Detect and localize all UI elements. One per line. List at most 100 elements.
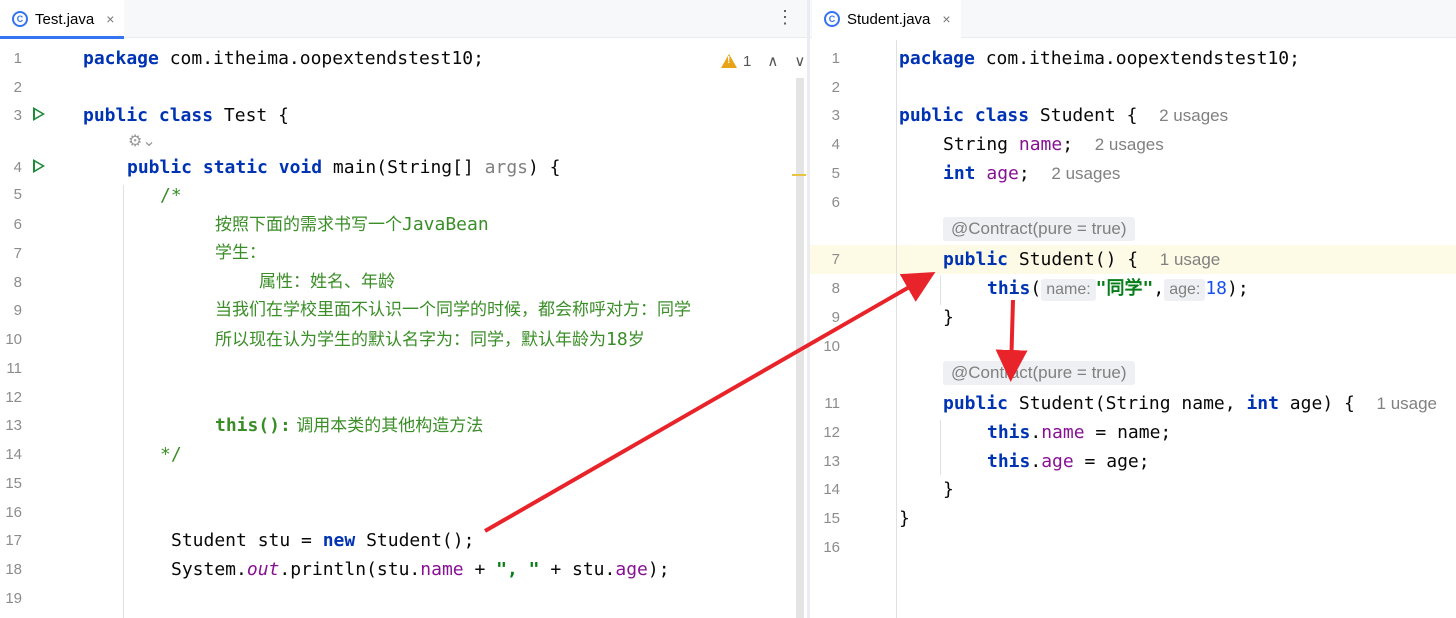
code-text: + stu.: [539, 559, 616, 580]
code-line[interactable]: String name; 2 usages: [810, 130, 1456, 159]
tab-student-java[interactable]: C Student.java ×: [812, 0, 961, 38]
code-line[interactable]: 所以现在认为学生的默认名字为：同学，默认年龄为18岁: [0, 325, 808, 354]
code-line[interactable]: package com.itheima.oopextendstest10;: [0, 44, 808, 73]
parameter-hint: age:: [1164, 279, 1206, 301]
code-line[interactable]: package com.itheima.oopextendstest10;: [810, 44, 1456, 73]
keyword: this: [987, 451, 1031, 472]
close-icon[interactable]: ×: [106, 11, 114, 27]
code-text: .: [1030, 451, 1042, 472]
keyword: int: [943, 163, 976, 184]
comment-text: 18: [606, 329, 628, 350]
number-literal: 18: [1205, 278, 1228, 299]
keyword: void: [267, 157, 323, 178]
code-line[interactable]: }: [810, 303, 1456, 332]
parameter: args: [484, 157, 528, 178]
code-line[interactable]: /*: [0, 181, 808, 210]
more-options-icon[interactable]: ⋮: [776, 7, 794, 28]
string-literal: "同学": [1095, 278, 1154, 299]
comment-close: */: [160, 444, 182, 465]
package-name: com.itheima.oopextendstest10;: [158, 48, 484, 69]
usages-hint[interactable]: 2 usages: [1095, 135, 1164, 154]
constructor-signature: Student(String name,: [1008, 393, 1247, 414]
method-signature: main(String[]: [322, 157, 485, 178]
usages-hint[interactable]: 1 usage: [1377, 394, 1438, 413]
code-line[interactable]: 学生：: [0, 239, 808, 268]
code-line[interactable]: this.age = age;: [810, 447, 1456, 476]
field: name: [1041, 422, 1085, 443]
keyword: class: [964, 105, 1030, 126]
class-name: Student {: [1029, 105, 1138, 126]
keyword: public: [899, 105, 965, 126]
code-line[interactable]: 按照下面的需求书写一个JavaBean: [0, 210, 808, 239]
code-text: );: [647, 559, 670, 580]
code-line[interactable]: System.out.println(stu.name + ", " + stu…: [0, 555, 808, 584]
code-text: ;: [1062, 134, 1074, 155]
code-line[interactable]: 当我们在学校里面不认识一个同学的时候，都会称呼对方：同学: [0, 296, 808, 325]
tab-title: Test.java: [35, 10, 95, 28]
comment-text: this():: [215, 415, 291, 436]
field: name: [420, 559, 464, 580]
usages-hint[interactable]: 2 usages: [1159, 106, 1228, 125]
class-icon: C: [12, 11, 28, 27]
class-icon: C: [824, 11, 840, 27]
code-text: ) {: [528, 157, 561, 178]
code-line[interactable]: public static void main(String[] args) {: [0, 153, 808, 182]
code-line[interactable]: this(name: "同学", age: 18);: [810, 274, 1456, 303]
code-line[interactable]: this(): 调用本类的其他构造方法: [0, 411, 808, 440]
ai-assistant-icon[interactable]: ⚙⌄: [128, 131, 156, 150]
code-line[interactable]: public Student(String name, int age) { 1…: [810, 389, 1456, 418]
code-text: .: [1030, 422, 1042, 443]
code-text: }: [943, 479, 954, 500]
left-tab-bar: C Test.java × ⋮: [0, 0, 808, 39]
field: age: [1041, 451, 1074, 472]
tab-title: Student.java: [847, 10, 931, 28]
class-name: Test {: [213, 105, 289, 126]
keyword: static: [192, 157, 268, 178]
usages-hint[interactable]: 1 usage: [1160, 250, 1221, 269]
code-line[interactable]: public class Student { 2 usages: [810, 101, 1456, 130]
tab-test-java[interactable]: C Test.java ×: [0, 0, 125, 39]
comment-text: 当我们在学校里面不认识一个同学的时候，都会称呼对方：同学: [215, 300, 691, 320]
contract-annotation-hint[interactable]: @Contract(pure = true): [943, 217, 1135, 241]
code-text: Student();: [355, 530, 475, 551]
comment-text: JavaBean: [402, 214, 489, 235]
close-icon[interactable]: ×: [942, 11, 950, 27]
active-tab-underline: [0, 36, 125, 39]
comment-text: 所以现在认为学生的默认名字为：同学，默认年龄为: [215, 330, 606, 350]
code-line[interactable]: this.name = name;: [810, 418, 1456, 447]
code-line[interactable]: Student stu = new Student();: [0, 526, 808, 555]
code-line[interactable]: }: [810, 504, 1456, 533]
code-text: );: [1227, 278, 1249, 299]
package-name: com.itheima.oopextendstest10;: [974, 48, 1300, 69]
code-line[interactable]: */: [0, 440, 808, 469]
type: String: [943, 134, 1019, 155]
code-line[interactable]: int age; 2 usages: [810, 159, 1456, 188]
field: age: [615, 559, 648, 580]
comment-text: 岁: [627, 330, 645, 350]
comment-text: 属性：姓名、年龄: [259, 272, 395, 292]
code-text: }: [943, 307, 954, 328]
comment-text: 按照下面的需求书写一个: [215, 215, 402, 235]
string-literal: ", ": [496, 559, 540, 580]
contract-annotation-hint[interactable]: @Contract(pure = true): [943, 361, 1135, 385]
keyword: public: [943, 249, 1009, 270]
code-line[interactable]: }: [810, 475, 1456, 504]
code-text: System.: [171, 559, 247, 580]
code-line[interactable]: public Student() { 1 usage: [810, 245, 1456, 274]
code-text: Student stu =: [171, 530, 323, 551]
keyword: public: [127, 157, 193, 178]
left-editor-pane: C Test.java × ⋮ 1 ∧ ∨ ⚙⌄ 1 2 3 4 5 6 7 8…: [0, 0, 808, 618]
constructor-signature: Student() {: [1008, 249, 1139, 270]
parameter-hint: name:: [1041, 279, 1096, 301]
code-text: = name;: [1084, 422, 1172, 443]
code-line[interactable]: public class Test {: [0, 101, 808, 130]
field: name: [1018, 134, 1063, 155]
code-line[interactable]: 属性：姓名、年龄: [0, 268, 808, 297]
keyword: package: [83, 48, 159, 69]
field: age: [986, 163, 1019, 184]
code-text: .println(stu.: [279, 559, 421, 580]
constructor-signature: age) {: [1278, 393, 1355, 414]
code-text: ;: [1018, 163, 1030, 184]
comment-text: 调用本类的其他构造方法: [290, 416, 484, 436]
usages-hint[interactable]: 2 usages: [1051, 164, 1120, 183]
